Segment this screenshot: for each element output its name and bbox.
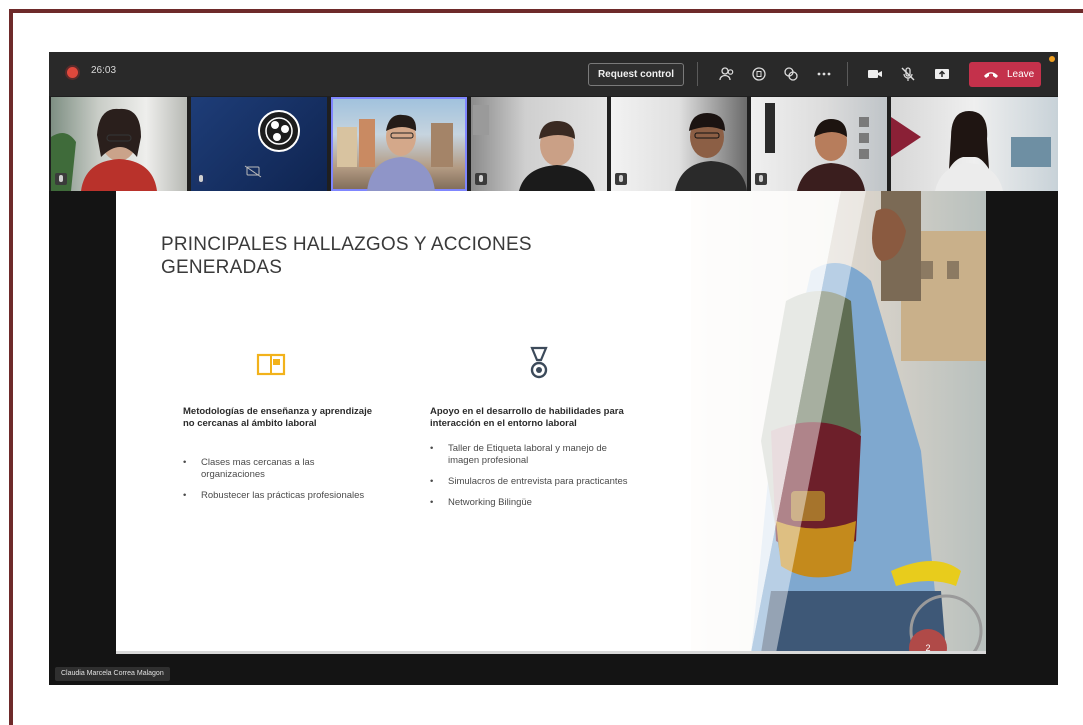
participant-video[interactable] <box>51 97 187 191</box>
more-icon[interactable] <box>814 64 834 84</box>
people-icon[interactable] <box>717 64 737 84</box>
presenter-name: Claudia Marcela Correa Malagon <box>61 670 164 677</box>
participant-avatar <box>473 105 595 191</box>
bullet-item: Networking Bilingüe <box>430 497 640 509</box>
mic-off-icon[interactable] <box>898 64 918 84</box>
right-column-bullets: Taller de Etiqueta laboral y manejo de i… <box>430 443 640 518</box>
left-column-bullets: Clases mas cercanas a las organizaciones… <box>183 457 373 511</box>
request-control-button[interactable]: Request control <box>588 63 684 86</box>
share-icon[interactable] <box>932 64 952 84</box>
participant-avatar <box>891 111 1051 191</box>
bullet-item: Clases mas cercanas a las organizaciones <box>183 457 373 481</box>
reactions-icon[interactable] <box>781 64 801 84</box>
participant-video[interactable] <box>471 97 607 191</box>
meeting-toolbar: 26:03 Request control Leave <box>49 52 1058 96</box>
obs-logo-icon <box>244 110 300 178</box>
mic-icon <box>755 173 767 185</box>
chat-icon[interactable] <box>749 64 769 84</box>
leave-button[interactable]: Leave <box>969 62 1041 87</box>
presentation-slide: PRINCIPALES HALLAZGOS Y ACCIONES GENERAD… <box>116 191 986 653</box>
participant-strip <box>49 97 1058 191</box>
toolbar-divider <box>847 62 848 86</box>
book-icon <box>256 353 286 376</box>
shared-content-area: PRINCIPALES HALLAZGOS Y ACCIONES GENERAD… <box>49 191 1058 685</box>
bullet-item: Simulacros de entrevista para practicant… <box>430 476 640 488</box>
recording-icon <box>67 67 78 78</box>
meeting-timer: 26:03 <box>91 65 117 76</box>
slide-title: PRINCIPALES HALLAZGOS Y ACCIONES GENERAD… <box>161 234 532 278</box>
bullet-item: Taller de Etiqueta laboral y manejo de i… <box>430 443 640 467</box>
mic-icon <box>55 173 67 185</box>
participant-avatar <box>337 114 453 191</box>
teams-meeting-window: 26:03 Request control Leave PRINCIPALES … <box>49 52 1058 685</box>
slide-progress-bar <box>116 651 986 654</box>
toolbar-divider <box>697 62 698 86</box>
participant-video[interactable] <box>751 97 887 191</box>
participant-avatar <box>675 113 747 191</box>
right-column-heading: Apoyo en el desarrollo de habilidades pa… <box>430 406 624 429</box>
leave-label: Leave <box>1007 69 1035 80</box>
participant-video[interactable] <box>611 97 747 191</box>
presenter-name-label: Claudia Marcela Correa Malagon <box>55 667 170 681</box>
participant-video-active[interactable] <box>331 97 467 191</box>
bullet-item: Robustecer las prácticas profesionales <box>183 490 373 502</box>
mic-icon <box>615 173 627 185</box>
mic-icon <box>475 173 487 185</box>
participant-video[interactable] <box>891 97 1058 191</box>
phone-hangup-icon <box>984 72 998 78</box>
medal-icon <box>530 346 548 379</box>
participant-avatar <box>765 103 869 191</box>
camera-icon[interactable] <box>865 64 885 84</box>
participant-avatar <box>51 108 157 191</box>
participant-video[interactable] <box>191 97 327 191</box>
left-column-heading: Metodologías de enseñanza y aprendizaje … <box>183 406 372 429</box>
student-backpack-photo <box>691 191 986 653</box>
notification-dot <box>1049 56 1055 62</box>
mic-icon <box>195 173 207 185</box>
